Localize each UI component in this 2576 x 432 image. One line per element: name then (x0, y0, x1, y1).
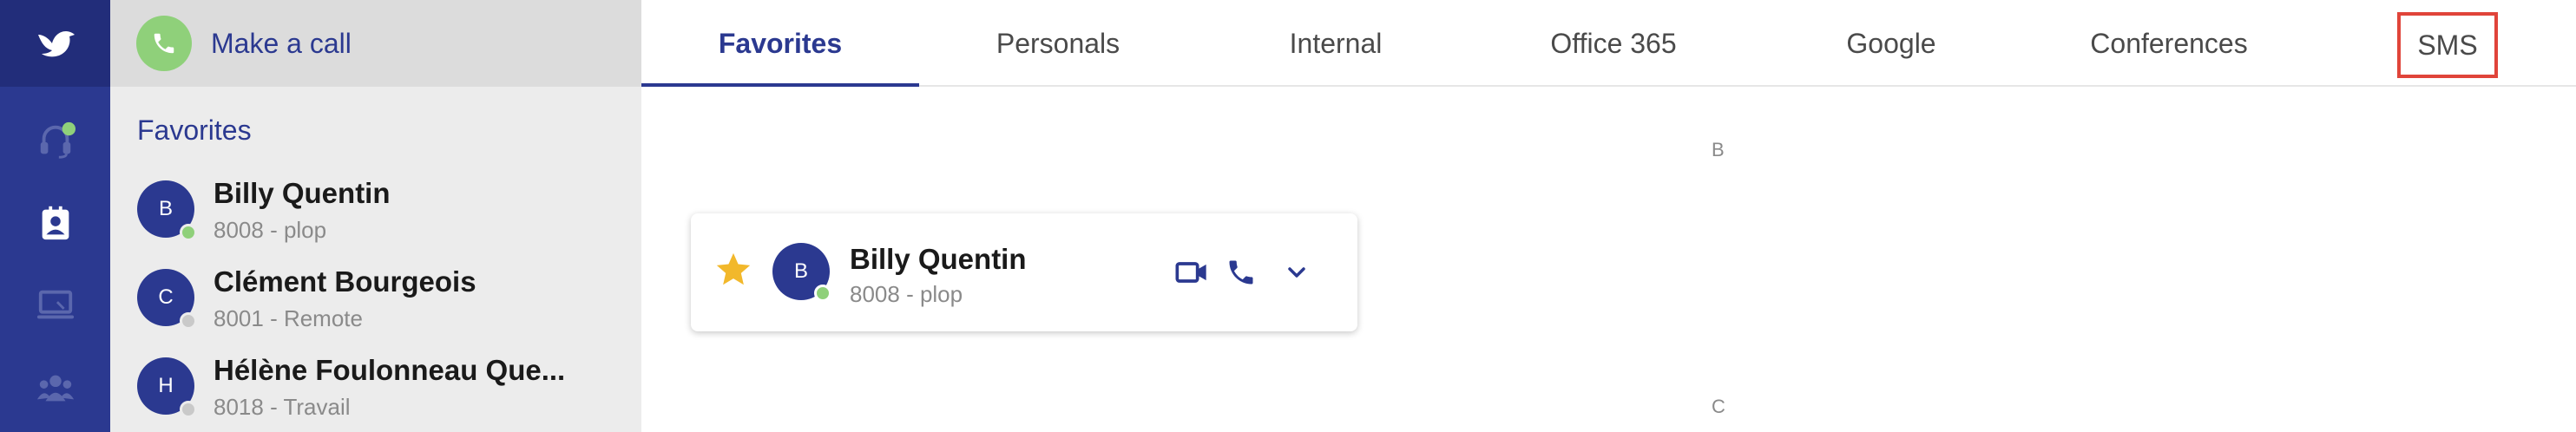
status-online-dot (180, 224, 197, 241)
contacts-book-icon (42, 206, 69, 240)
contact-list-item[interactable]: C Clément Bourgeois 8001 - Remote (110, 262, 641, 350)
video-icon (1175, 262, 1206, 283)
video-call-button[interactable] (1171, 252, 1212, 293)
app-logo[interactable] (0, 0, 110, 87)
contact-name: Billy Quentin (850, 243, 1027, 275)
contact-extension: 8018 - Travail (214, 394, 351, 420)
contact-name: Clément Bourgeois (214, 265, 476, 298)
tab-internal[interactable]: Internal (1197, 0, 1475, 87)
rail-item-contacts[interactable] (0, 182, 110, 264)
nav-rail (0, 0, 110, 432)
headset-icon (40, 121, 76, 159)
tab-office-365[interactable]: Office 365 (1475, 0, 1752, 87)
contact-name: Billy Quentin (214, 177, 391, 209)
phone-icon (1229, 260, 1253, 285)
tab-google[interactable]: Google (1752, 0, 2030, 87)
tab-bar: Favorites Personals Internal Office 365 … (641, 0, 2576, 87)
contact-name: Hélène Foulonneau Que... (214, 354, 566, 386)
contact-card[interactable]: B Billy Quentin 8008 - plop (691, 213, 1357, 331)
status-offline-dot (180, 312, 197, 330)
group-icon (36, 375, 74, 402)
make-call-button[interactable]: Make a call (110, 0, 641, 87)
contact-list-item[interactable]: B Billy Quentin 8008 - plop (110, 173, 641, 262)
phone-icon (154, 33, 174, 54)
favorites-panel: Make a call Favorites B Billy Quentin 80… (110, 0, 641, 432)
favorites-content: B B Billy Quentin 8008 - plop C (641, 87, 2576, 432)
status-offline-dot (180, 401, 197, 418)
chevron-down-icon (1288, 267, 1305, 278)
rail-item-headset[interactable] (0, 100, 110, 181)
rail-item-groups[interactable] (0, 347, 110, 429)
star-icon[interactable] (713, 250, 753, 290)
contact-extension: 8001 - Remote (214, 305, 363, 331)
rail-item-computer[interactable] (0, 265, 110, 346)
contact-extension: 8008 - plop (850, 281, 963, 307)
make-call-label: Make a call (211, 27, 352, 59)
phone-icon-circle (136, 16, 192, 71)
tab-conferences[interactable]: Conferences (2030, 0, 2308, 87)
tab-personals[interactable]: Personals (919, 0, 1197, 87)
favorites-heading: Favorites (137, 115, 252, 146)
contact-extension: 8008 - plop (214, 217, 327, 243)
contact-list-item[interactable]: H Hélène Foulonneau Que... 8018 - Travai… (110, 350, 641, 432)
tab-sms[interactable]: SMS (2397, 12, 2498, 78)
status-online-dot (814, 285, 831, 302)
section-letter: C (1712, 396, 1725, 417)
tab-favorites[interactable]: Favorites (641, 0, 919, 87)
section-letter: B (1712, 139, 1725, 160)
bird-logo-icon (37, 31, 75, 57)
audio-call-button[interactable] (1220, 252, 1262, 293)
expand-button[interactable] (1276, 252, 1318, 293)
computer-icon (36, 290, 74, 319)
